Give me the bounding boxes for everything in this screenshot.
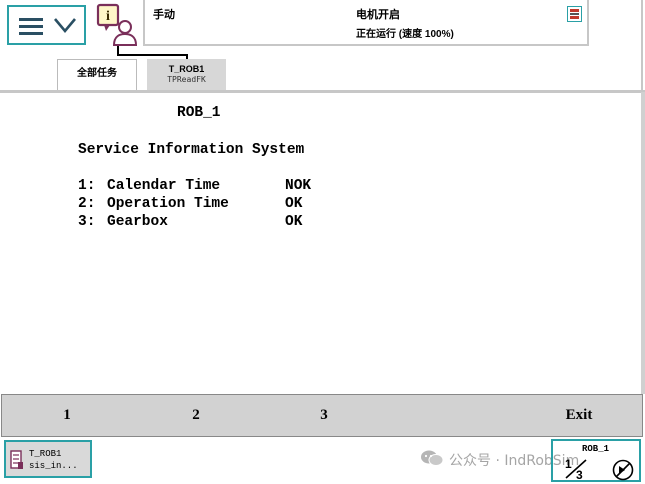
stop-run-icon	[612, 459, 634, 481]
operating-mode: 手动	[153, 9, 175, 21]
function-key-2[interactable]: 2	[132, 395, 260, 436]
function-key-bar: 1 2 3 Exit	[1, 394, 643, 437]
item-status: NOK	[285, 178, 312, 194]
svg-text:3: 3	[576, 468, 583, 480]
svg-text:i: i	[106, 9, 110, 24]
tab-t-rob1[interactable]: T_ROB1 TPReadFK	[147, 59, 226, 90]
item-index: 3:	[78, 214, 96, 230]
screen-heading: Service Information System	[78, 142, 305, 158]
run-state: 正在运行 (速度 100%)	[356, 29, 454, 40]
item-name: Calendar Time	[107, 178, 221, 194]
tab-t-rob1-subtitle: TPReadFK	[167, 75, 206, 84]
content-border	[641, 92, 645, 394]
taskbar-window-title: T_ROB1	[29, 449, 62, 459]
taskbar-window-t-rob1[interactable]: T_ROB1 sis_in...	[4, 440, 92, 478]
tab-t-rob1-title: T_ROB1	[168, 64, 205, 74]
top-bar: i 手动 电机开启 正在运行 (速度 100%) 全部任务 T_ROB1 TPR…	[0, 0, 645, 93]
tpreadfk-screen: ROB_1 Service Information System 1: Cale…	[0, 93, 641, 393]
hamburger-icon	[19, 18, 43, 35]
item-status: OK	[285, 214, 303, 230]
motor-state: 电机开启	[356, 9, 400, 21]
function-key-4[interactable]	[388, 395, 516, 436]
quickset-button[interactable]: ROB_1 1 3	[551, 439, 641, 482]
function-key-3[interactable]: 3	[260, 395, 388, 436]
robot-status-flag-icon	[567, 6, 582, 22]
main-menu-button[interactable]	[7, 5, 86, 45]
wechat-icon	[421, 450, 444, 466]
item-name: Operation Time	[107, 196, 229, 212]
tab-connector	[117, 46, 188, 56]
program-window-icon	[10, 450, 23, 469]
tab-all-tasks[interactable]: 全部任务	[57, 59, 137, 90]
robot-name: ROB_1	[177, 105, 221, 121]
status-border	[641, 0, 643, 92]
exit-button[interactable]: Exit	[516, 395, 642, 436]
quickset-robot-label: ROB_1	[582, 444, 610, 454]
one-third-increment-icon: 1 3	[565, 457, 587, 480]
taskbar-window-subtitle: sis_in...	[29, 461, 78, 471]
info-person-icon[interactable]: i	[96, 3, 138, 47]
item-status: OK	[285, 196, 303, 212]
function-key-1[interactable]: 1	[2, 395, 132, 436]
item-index: 2:	[78, 196, 96, 212]
tab-all-tasks-label: 全部任务	[77, 68, 117, 79]
status-panel[interactable]: 手动 电机开启 正在运行 (速度 100%)	[143, 0, 589, 46]
item-name: Gearbox	[107, 214, 168, 230]
svg-text:1: 1	[565, 457, 572, 471]
chevron-down-icon	[54, 18, 76, 34]
item-index: 1:	[78, 178, 96, 194]
